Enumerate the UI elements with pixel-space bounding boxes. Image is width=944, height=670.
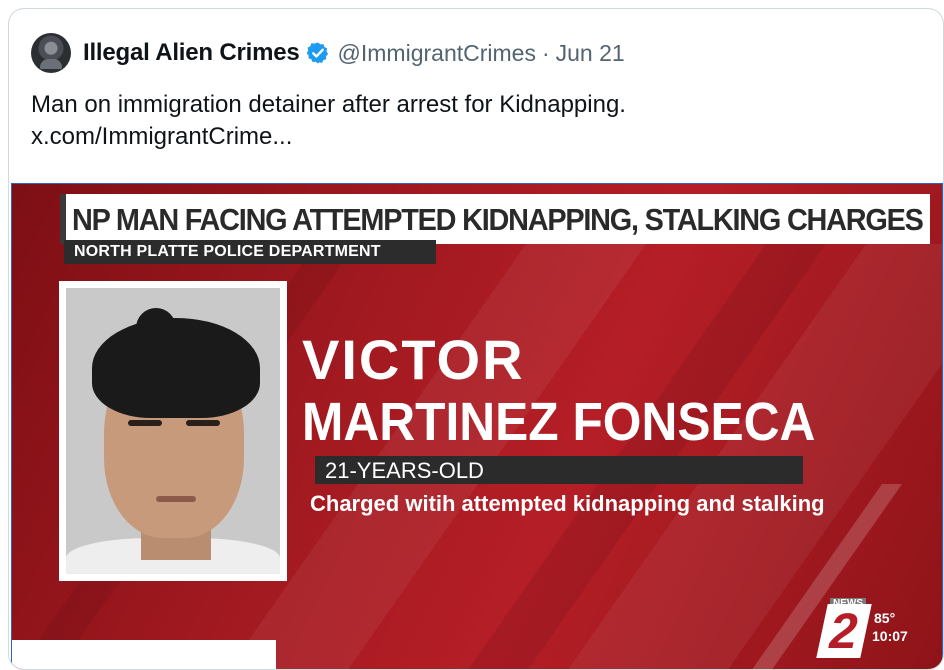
mugshot-brow xyxy=(128,420,162,426)
tweet-text: Man on immigration detainer after arrest… xyxy=(31,89,911,153)
author-handle[interactable]: @ImmigrantCrimes xyxy=(338,40,536,67)
mugshot-hair xyxy=(92,318,260,418)
tweet-header: Illegal Alien Crimes @ImmigrantCrimes · … xyxy=(31,33,625,73)
age-banner: 21-YEARS-OLD xyxy=(315,456,803,484)
lower-strip xyxy=(12,640,276,669)
mugshot-frame xyxy=(59,281,287,581)
tweet-text-line: Man on immigration detainer after arrest… xyxy=(31,91,626,118)
author-name[interactable]: Illegal Alien Crimes xyxy=(83,39,300,67)
mugshot-brow xyxy=(186,420,220,426)
age-text: 21-YEARS-OLD xyxy=(325,458,484,483)
station-logo: NEWS 2 85° 10:07 xyxy=(812,598,932,659)
charge-text: Charged witih attempted kidnapping and s… xyxy=(310,491,825,516)
verified-badge-icon xyxy=(306,42,328,64)
mugshot-photo xyxy=(66,288,280,574)
avatar[interactable] xyxy=(31,33,71,73)
department-banner: NORTH PLATTE POLICE DEPARTMENT xyxy=(64,240,436,264)
tweet-date[interactable]: Jun 21 xyxy=(556,40,625,67)
quoted-media-image[interactable]: NP MAN FACING ATTEMPTED KIDNAPPING, STAL… xyxy=(11,183,943,669)
last-name: MARTINEZ FONSECA xyxy=(302,392,816,452)
temperature: 85° xyxy=(874,610,896,626)
separator-dot: · xyxy=(541,39,550,66)
broadcast-time: 10:07 xyxy=(872,628,908,644)
headline-text: NP MAN FACING ATTEMPTED KIDNAPPING, STAL… xyxy=(72,202,924,237)
tweet-link[interactable]: x.com/ImmigrantCrime... xyxy=(31,121,911,153)
mugshot-hair xyxy=(136,308,176,348)
channel-number: 2 xyxy=(816,603,872,659)
tweet-card[interactable]: Illegal Alien Crimes @ImmigrantCrimes · … xyxy=(8,8,944,670)
first-name: VICTOR xyxy=(302,328,525,391)
mugshot-mouth xyxy=(156,496,196,502)
department-text: NORTH PLATTE POLICE DEPARTMENT xyxy=(74,243,381,260)
headline-banner: NP MAN FACING ATTEMPTED KIDNAPPING, STAL… xyxy=(60,194,930,244)
